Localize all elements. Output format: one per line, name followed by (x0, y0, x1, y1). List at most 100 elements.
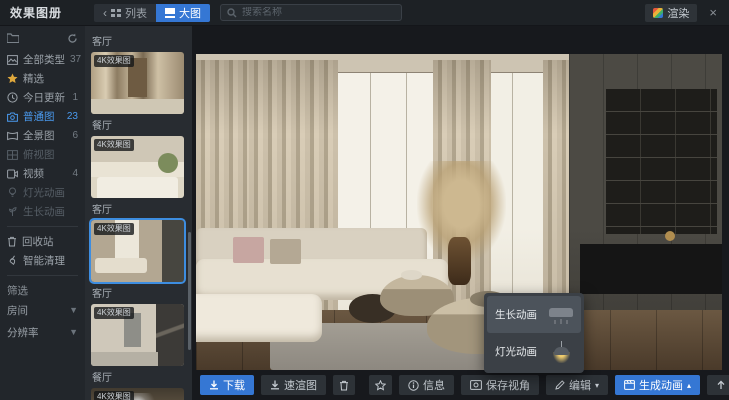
filter-room[interactable]: 房间 ▼ (7, 299, 78, 321)
quick-render-button[interactable]: 速渲图 (261, 375, 326, 395)
sidebar-item-normal-images[interactable]: 普通图 23 (7, 107, 78, 126)
resolution-badge: 4K效果图 (94, 55, 134, 67)
sidebar-item-smart-cleanup[interactable]: 智能清理 (7, 251, 78, 270)
page-title: 效果图册 (10, 4, 62, 21)
divider (7, 275, 78, 276)
animation-popup-menu: 生长动画 灯光动画 (484, 293, 584, 373)
generate-animation-button[interactable]: 生成动画 ▴ (615, 375, 700, 395)
menu-item-label: 生长动画 (495, 307, 537, 322)
filter-section-title: 筛选 (7, 281, 78, 299)
item-count: 4 (72, 168, 78, 179)
search-input[interactable] (242, 7, 395, 18)
view-large-label: 大图 (179, 5, 201, 21)
list-view-icon (111, 8, 121, 18)
generate-animation-label: 生成动画 (639, 377, 683, 393)
favorite-button[interactable] (369, 375, 392, 395)
resolution-badge: 4K效果图 (94, 223, 134, 235)
sidebar-header (7, 30, 78, 46)
item-count: 6 (72, 130, 78, 141)
view-large-button[interactable]: 大图 (156, 4, 210, 22)
menu-item-label: 灯光动画 (495, 344, 537, 359)
cushion (270, 239, 302, 264)
folder-icon[interactable] (7, 33, 19, 43)
sofa-chaise (196, 294, 322, 341)
sidebar-item-label: 普通图 (23, 109, 55, 124)
room-label: 餐厅 (92, 369, 185, 384)
thumbnail-hallway[interactable]: 4K效果图 (91, 52, 184, 114)
trash-icon (339, 380, 349, 391)
resolution-badge: 4K效果图 (94, 307, 134, 319)
quick-render-label: 速渲图 (284, 377, 317, 393)
item-count: 37 (70, 54, 81, 65)
render-color-icon (653, 8, 663, 18)
delete-button[interactable] (333, 375, 355, 395)
thumbnail-list: 客厅 4K效果图 餐厅 4K效果图 客厅 4K效果图 客厅 4K效果图 (85, 26, 192, 400)
room-label: 客厅 (92, 33, 185, 48)
edit-label: 编辑 (569, 377, 591, 393)
download-icon (270, 380, 280, 390)
sprout-icon (7, 206, 18, 217)
panorama-icon (7, 131, 18, 141)
resolution-badge: 4K效果图 (94, 139, 134, 151)
thumb-floor-shape (91, 352, 158, 366)
sidebar-item-label: 全景图 (23, 128, 55, 143)
caret-up-icon: ▴ (687, 381, 691, 390)
thumb-sofa-shape (95, 258, 147, 273)
filter-resolution[interactable]: 分辨率 ▼ (7, 321, 78, 343)
top-bar: 效果图册 ‹ 列表 大图 渲染 × (0, 0, 729, 26)
resolution-badge: 4K效果图 (94, 391, 134, 400)
view-list-button[interactable]: ‹ 列表 (94, 4, 156, 22)
search-box (220, 4, 402, 21)
broom-icon (7, 255, 18, 266)
divider (7, 226, 78, 227)
render-gallery-app: 效果图册 ‹ 列表 大图 渲染 × (0, 0, 729, 400)
upscale-resolution-button[interactable]: 升级分辨率 (707, 375, 729, 395)
list-item: 餐厅 4K效果图 (91, 369, 186, 400)
pencil-icon (555, 380, 565, 390)
render-button[interactable]: 渲染 (645, 4, 697, 22)
list-item: 客厅 4K效果图 (91, 33, 186, 114)
chevron-left-icon: ‹ (103, 7, 107, 19)
item-count: 1 (72, 92, 78, 103)
sidebar-item-light-animation[interactable]: 灯光动画 (7, 183, 78, 202)
sidebar-item-video[interactable]: 视频 4 (7, 164, 78, 183)
star-outline-icon (375, 380, 386, 391)
sidebar-item-label: 灯光动画 (23, 185, 65, 200)
download-icon (209, 380, 219, 390)
aerial-view-icon (7, 150, 18, 160)
edit-button[interactable]: 编辑 ▾ (546, 375, 608, 395)
thumbnail-dining[interactable]: 4K效果图 (91, 136, 184, 198)
thumbnail-foyer[interactable]: 4K效果图 (91, 304, 184, 366)
room-label: 客厅 (92, 201, 185, 216)
close-icon[interactable]: × (707, 5, 719, 20)
sidebar-item-top-view[interactable]: 俯视图 (7, 145, 78, 164)
sidebar-item-all-types[interactable]: 全部类型 37 (7, 50, 78, 69)
room-label: 客厅 (92, 285, 185, 300)
menu-item-light-animation[interactable]: 灯光动画 (487, 333, 581, 370)
trash-icon (7, 236, 17, 247)
sidebar-item-featured[interactable]: 精选 (7, 69, 78, 88)
sidebar: 全部类型 37 精选 今日更新 1 普通图 23 全景图 6 俯视图 (0, 26, 85, 400)
thumbnail-chandelier[interactable]: 4K效果图 (91, 388, 184, 400)
download-button[interactable]: 下载 (200, 375, 254, 395)
filter-label: 分辨率 (7, 325, 39, 340)
sidebar-item-today-updates[interactable]: 今日更新 1 (7, 88, 78, 107)
sidebar-item-growth-animation[interactable]: 生长动画 (7, 202, 78, 221)
video-icon (7, 169, 18, 179)
info-button[interactable]: 信息 (399, 375, 454, 395)
info-icon (408, 380, 419, 391)
sidebar-item-recycle-bin[interactable]: 回收站 (7, 232, 78, 251)
save-view-button[interactable]: 保存视角 (461, 375, 539, 395)
cushion (233, 237, 265, 262)
sidebar-item-panorama[interactable]: 全景图 6 (7, 126, 78, 145)
scrollbar[interactable] (188, 232, 191, 350)
item-count: 23 (67, 111, 78, 122)
growth-animation-icon (549, 306, 573, 324)
list-item: 客厅 4K效果图 (91, 285, 186, 366)
refresh-icon[interactable] (67, 33, 78, 44)
menu-item-growth-animation[interactable]: 生长动画 (487, 296, 581, 333)
view-list-label: 列表 (125, 5, 147, 21)
camera-icon (7, 112, 18, 122)
thumbnail-living-selected[interactable]: 4K效果图 (91, 220, 184, 282)
sidebar-item-label: 全部类型 (23, 52, 65, 67)
